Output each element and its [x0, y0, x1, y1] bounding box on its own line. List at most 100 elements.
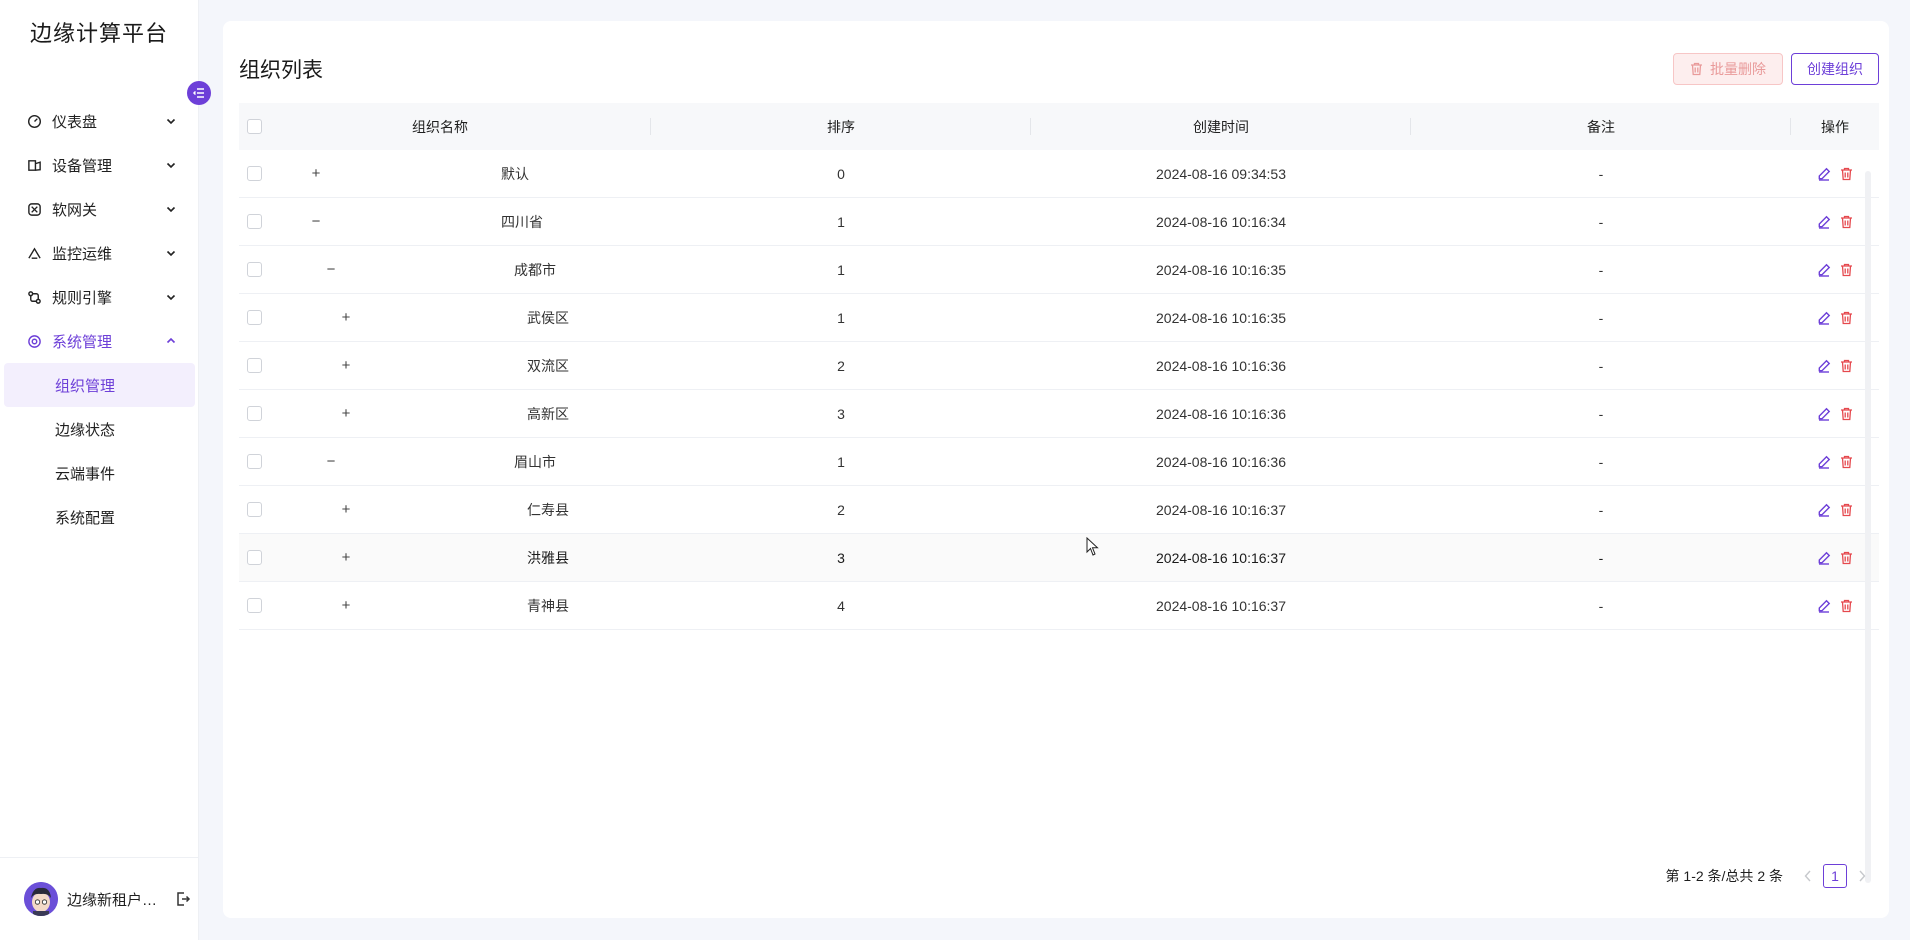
- expand-icon[interactable]: +: [339, 358, 353, 373]
- table-row[interactable]: + 双流区 2 2024-08-16 10:16:36 -: [239, 342, 1879, 390]
- collapse-icon[interactable]: −: [324, 454, 338, 469]
- delete-icon[interactable]: [1839, 551, 1853, 565]
- batch-delete-button[interactable]: 批量删除: [1673, 53, 1783, 85]
- expand-icon[interactable]: +: [309, 166, 323, 181]
- edit-icon[interactable]: [1817, 359, 1831, 373]
- row-checkbox-cell: [239, 294, 269, 341]
- note-cell: -: [1598, 549, 1604, 566]
- trash-icon: [1691, 62, 1702, 76]
- table-row[interactable]: + 默认 0 2024-08-16 09:34:53 -: [239, 150, 1879, 198]
- sidebar-item-label: 监控运维: [52, 245, 113, 263]
- sidebar-item-2[interactable]: 软网关: [0, 187, 199, 231]
- table-scrollbar[interactable]: [1865, 171, 1871, 883]
- delete-icon[interactable]: [1839, 407, 1853, 421]
- table-row[interactable]: − 眉山市 1 2024-08-16 10:16:36 -: [239, 438, 1879, 486]
- delete-icon[interactable]: [1839, 503, 1853, 517]
- logout-icon[interactable]: [175, 891, 191, 907]
- expand-icon[interactable]: +: [339, 598, 353, 613]
- edit-icon[interactable]: [1817, 503, 1831, 517]
- org-name: 洪雅县: [527, 549, 569, 566]
- edit-icon[interactable]: [1817, 455, 1831, 469]
- edit-icon[interactable]: [1817, 599, 1831, 613]
- sidebar-subitem-3[interactable]: 系统配置: [4, 495, 195, 539]
- created-time-cell: 2024-08-16 10:16:36: [1156, 405, 1286, 422]
- table-row[interactable]: + 武侯区 1 2024-08-16 10:16:35 -: [239, 294, 1879, 342]
- row-checkbox[interactable]: [247, 166, 262, 181]
- header-org-name: 组织名称: [269, 103, 651, 150]
- note-cell: -: [1598, 405, 1604, 422]
- edit-icon[interactable]: [1817, 167, 1831, 181]
- expand-icon[interactable]: +: [339, 406, 353, 421]
- delete-icon[interactable]: [1839, 455, 1853, 469]
- sidebar-subitem-0[interactable]: 组织管理: [4, 363, 195, 407]
- table-header: 组织名称 排序 创建时间 备注 操作: [239, 103, 1879, 150]
- dashboard-icon: [26, 113, 42, 129]
- sidebar-item-4[interactable]: 规则引擎: [0, 275, 199, 319]
- collapse-icon[interactable]: −: [309, 214, 323, 229]
- table-row[interactable]: + 青神县 4 2024-08-16 10:16:37 -: [239, 582, 1879, 630]
- page-number-current[interactable]: 1: [1823, 864, 1847, 888]
- table-row[interactable]: − 成都市 1 2024-08-16 10:16:35 -: [239, 246, 1879, 294]
- row-checkbox[interactable]: [247, 358, 262, 373]
- sidebar-subitem-1[interactable]: 边缘状态: [4, 407, 195, 451]
- row-checkbox-cell: [239, 534, 269, 581]
- edit-icon[interactable]: [1817, 311, 1831, 325]
- table-row[interactable]: + 仁寿县 2 2024-08-16 10:16:37 -: [239, 486, 1879, 534]
- delete-icon[interactable]: [1839, 599, 1853, 613]
- sidebar-item-5[interactable]: 系统管理: [0, 319, 199, 363]
- collapse-sidebar-button[interactable]: [187, 81, 211, 105]
- sidebar-subitem-2[interactable]: 云端事件: [4, 451, 195, 495]
- table-row[interactable]: + 洪雅县 3 2024-08-16 10:16:37 -: [239, 534, 1879, 582]
- edit-icon[interactable]: [1817, 263, 1831, 277]
- sidebar-item-label: 软网关: [52, 201, 98, 219]
- row-checkbox[interactable]: [247, 262, 262, 277]
- table-row[interactable]: + 高新区 3 2024-08-16 10:16:36 -: [239, 390, 1879, 438]
- avatar-illustration-icon: [24, 882, 58, 916]
- edit-icon[interactable]: [1817, 407, 1831, 421]
- table-row[interactable]: − 四川省 1 2024-08-16 10:16:34 -: [239, 198, 1879, 246]
- row-checkbox[interactable]: [247, 454, 262, 469]
- sidebar-item-0[interactable]: 仪表盘: [0, 99, 199, 143]
- row-checkbox[interactable]: [247, 406, 262, 421]
- edit-icon[interactable]: [1817, 551, 1831, 565]
- sidebar-item-label: 设备管理: [52, 157, 113, 175]
- chevron-down-icon: [165, 202, 177, 214]
- row-checkbox[interactable]: [247, 214, 262, 229]
- row-checkbox[interactable]: [247, 550, 262, 565]
- org-name: 高新区: [527, 405, 569, 422]
- create-org-button[interactable]: 创建组织: [1791, 53, 1879, 85]
- delete-icon[interactable]: [1839, 167, 1853, 181]
- org-name: 双流区: [527, 357, 569, 374]
- expand-icon[interactable]: +: [339, 502, 353, 517]
- expand-icon[interactable]: +: [339, 310, 353, 325]
- gateway-icon: [26, 201, 42, 217]
- note-cell: -: [1598, 597, 1604, 614]
- org-name-cell: + 双流区: [269, 342, 651, 389]
- delete-icon[interactable]: [1839, 359, 1853, 373]
- prev-page-icon[interactable]: [1797, 865, 1819, 887]
- page-title: 组织列表: [239, 59, 323, 82]
- expand-icon[interactable]: +: [339, 550, 353, 565]
- select-all-checkbox[interactable]: [247, 119, 262, 134]
- sidebar-item-3[interactable]: 监控运维: [0, 231, 199, 275]
- pagination-summary: 第 1-2 条/总共 2 条: [1665, 868, 1783, 884]
- header-note: 备注: [1411, 103, 1791, 150]
- next-page-icon[interactable]: [1851, 865, 1873, 887]
- edit-icon[interactable]: [1817, 215, 1831, 229]
- org-name-cell: + 洪雅县: [269, 534, 651, 581]
- delete-icon[interactable]: [1839, 263, 1853, 277]
- sidebar-item-1[interactable]: 设备管理: [0, 143, 199, 187]
- row-checkbox-cell: [239, 390, 269, 437]
- delete-icon[interactable]: [1839, 215, 1853, 229]
- sort-cell: 3: [837, 549, 845, 566]
- row-checkbox[interactable]: [247, 598, 262, 613]
- header-sort: 排序: [651, 103, 1031, 150]
- row-checkbox[interactable]: [247, 502, 262, 517]
- delete-icon[interactable]: [1839, 311, 1853, 325]
- avatar[interactable]: [24, 882, 58, 916]
- row-checkbox[interactable]: [247, 310, 262, 325]
- collapse-icon[interactable]: −: [324, 262, 338, 277]
- sort-cell: 3: [837, 405, 845, 422]
- chevron-down-icon: [165, 246, 177, 258]
- row-checkbox-cell: [239, 198, 269, 245]
